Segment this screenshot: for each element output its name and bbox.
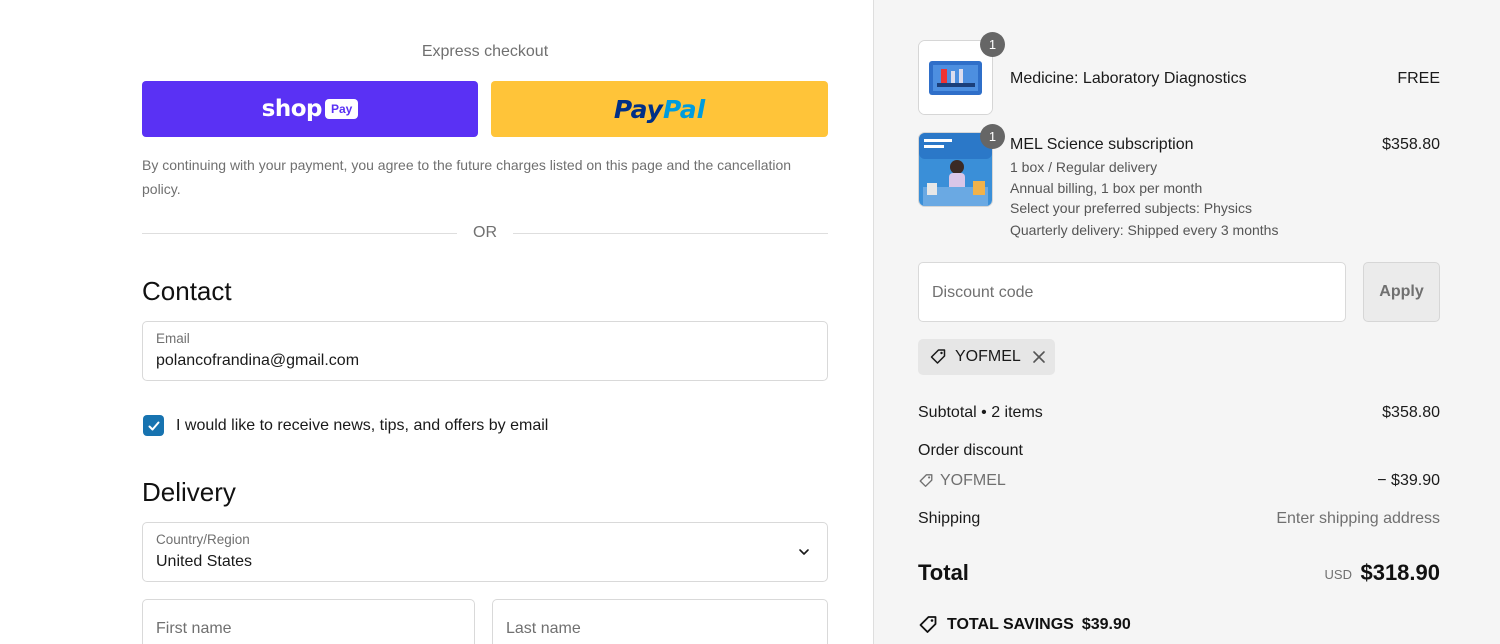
total-label: Total: [918, 560, 969, 585]
tag-icon: [919, 474, 933, 487]
applied-discount-code: YOFMEL: [955, 348, 1021, 365]
divider-line: [513, 232, 828, 234]
remove-discount-button[interactable]: [1032, 350, 1046, 364]
chevron-down-icon: [799, 549, 809, 555]
country-value: United States: [156, 553, 253, 570]
last-name-field[interactable]: Last name: [492, 599, 828, 644]
first-name-placeholder: First name: [156, 620, 232, 637]
tag-icon: [930, 349, 946, 364]
checkout-form-panel: Express checkout shop Pay Pay Pal By cont…: [0, 0, 873, 644]
applied-discount-chip: YOFMEL: [918, 339, 1055, 375]
item-detail: Annual billing, 1 box per month: [1010, 180, 1203, 196]
item-detail: Select your preferred subjects: Physics: [1010, 200, 1252, 216]
last-name-placeholder: Last name: [506, 620, 581, 637]
newsletter-checkbox[interactable]: [143, 415, 164, 436]
item-title: Medicine: Laboratory Diagnostics: [1010, 70, 1247, 87]
or-text: OR: [473, 224, 497, 241]
item-price: FREE: [1397, 70, 1440, 87]
product-image: [919, 41, 992, 114]
discount-code-placeholder: Discount code: [932, 284, 1034, 301]
shop-pay-logo-word: shop: [261, 96, 323, 122]
product-image: [919, 133, 992, 206]
express-checkout-title: Express checkout: [421, 43, 549, 60]
close-icon: [1032, 351, 1045, 363]
or-divider: OR: [142, 222, 828, 244]
apply-discount-button[interactable]: Apply: [1363, 262, 1440, 322]
order-discount-code: YOFMEL: [940, 472, 1006, 489]
shipping-value: Enter shipping address: [1276, 510, 1440, 527]
quantity-badge: 1: [980, 32, 1005, 57]
item-title: MEL Science subscription: [1010, 136, 1194, 153]
contact-heading: Contact: [142, 276, 232, 306]
subtotal-value: $358.80: [1382, 404, 1440, 421]
newsletter-label[interactable]: I would like to receive news, tips, and …: [176, 417, 548, 435]
divider-line: [142, 232, 457, 234]
total-savings-value: $39.90: [1081, 616, 1131, 633]
savings-tag-icon: [919, 616, 937, 633]
email-field[interactable]: Email polancofrandina@gmail.com: [142, 321, 828, 381]
order-discount-label: Order discount: [918, 442, 1023, 459]
order-discount-code-row: YOFMEL: [918, 472, 1006, 490]
product-thumbnail: 1: [918, 32, 1005, 115]
subtotal-label: Subtotal • 2 items: [918, 404, 1043, 421]
country-select[interactable]: Country/Region United States: [142, 522, 828, 582]
item-price: $358.80: [1382, 136, 1440, 153]
shop-pay-logo-badge: Pay: [324, 99, 359, 119]
shop-pay-button[interactable]: shop Pay: [142, 81, 478, 137]
paypal-button[interactable]: Pay Pal: [491, 81, 828, 137]
discount-code-input[interactable]: Discount code: [918, 262, 1346, 322]
total-value: $318.90: [1360, 560, 1440, 585]
delivery-heading: Delivery: [142, 477, 236, 507]
total-savings-label: TOTAL SAVINGS: [947, 616, 1074, 633]
item-detail: Quarterly delivery: Shipped every 3 mont…: [1010, 222, 1279, 238]
item-detail: 1 box / Regular delivery: [1010, 159, 1158, 175]
checkmark-icon: [148, 421, 159, 430]
order-discount-value: − $39.90: [1377, 472, 1440, 489]
country-label: Country/Region: [156, 532, 250, 547]
paypal-logo-part2: Pal: [662, 94, 706, 124]
paypal-logo-part1: Pay: [613, 94, 663, 124]
quantity-badge: 1: [980, 124, 1005, 149]
shipping-label: Shipping: [918, 510, 981, 527]
first-name-field[interactable]: First name: [142, 599, 475, 644]
payment-consent-text: By continuing with your payment, you agr…: [142, 157, 792, 197]
product-thumbnail: 1: [918, 124, 1005, 207]
email-value[interactable]: polancofrandina@gmail.com: [156, 352, 359, 370]
total-currency: USD: [1324, 567, 1352, 582]
total-savings: TOTAL SAVINGS $39.90: [918, 615, 1131, 635]
email-label: Email: [156, 331, 190, 346]
